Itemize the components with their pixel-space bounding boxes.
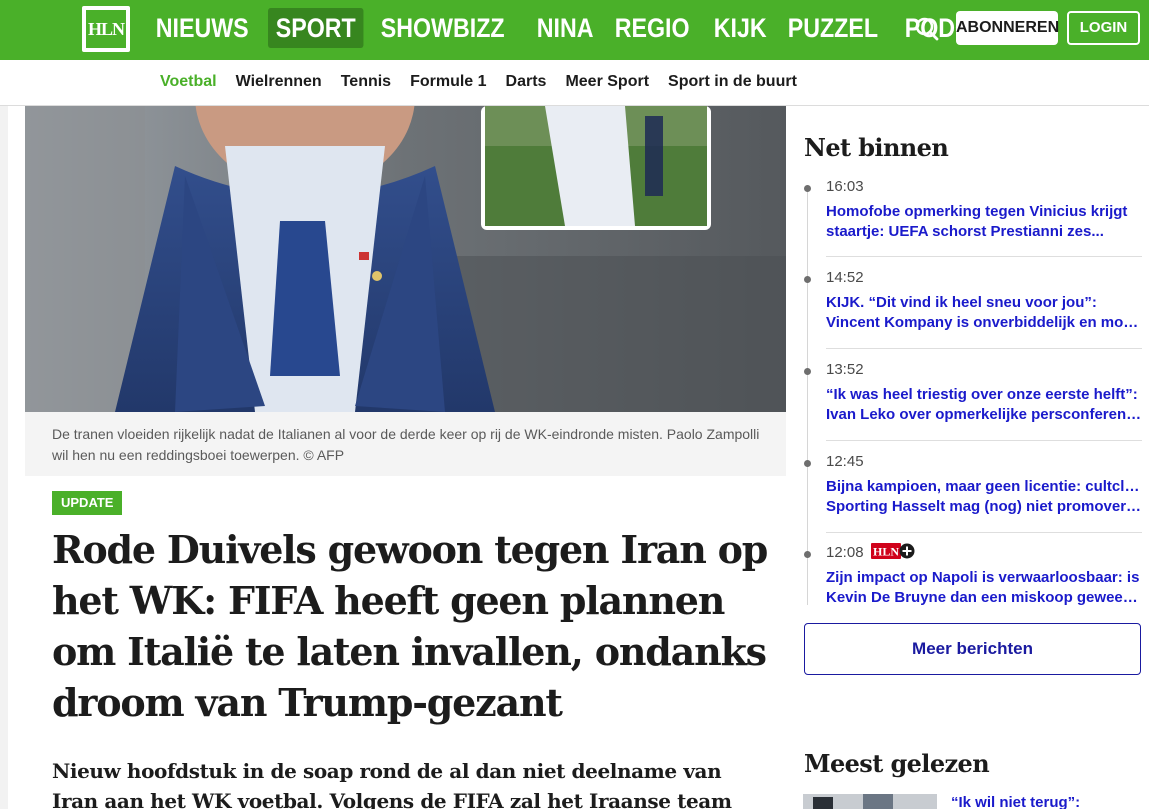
news-time-row: 12:08 HLN: [826, 543, 915, 561]
article-hero-image[interactable]: [25, 106, 786, 412]
hln-plus-text: HLN: [873, 545, 899, 559]
sub-nav-item-sport-in-de-buurt[interactable]: Sport in de buurt: [668, 60, 797, 106]
sub-nav: Voetbal Wielrennen Tennis Formule 1 Dart…: [160, 60, 797, 106]
sub-nav-item-voetbal[interactable]: Voetbal: [160, 60, 217, 106]
timeline-dot: [804, 368, 811, 375]
main-nav: NIEUWS SPORT SHOWBIZZ NINA REGIO KIJK PU…: [148, 8, 1041, 48]
news-title-line: Ivan Leko over opmerkelijke persconferen…: [826, 406, 1142, 423]
more-messages-button[interactable]: Meer berichten: [804, 623, 1141, 675]
news-title-line: Sporting Hasselt mag (nog) niet promover…: [826, 498, 1142, 515]
main-nav-item-nina[interactable]: NINA: [529, 8, 601, 48]
news-title-line: Vincent Kompany is onverbiddelijk en moe…: [826, 314, 1142, 331]
most-read-title: Meest gelezen: [804, 749, 990, 778]
main-nav-item-sport[interactable]: SPORT: [268, 8, 364, 48]
image-caption-box: De tranen vloeiden rijkelijk nadat de It…: [25, 412, 786, 476]
news-title-line: KIJK. “Dit vind ik heel sneu voor jou”:: [826, 294, 1097, 311]
news-time: 12:45: [826, 453, 864, 470]
news-separator: [826, 256, 1142, 257]
image-caption: De tranen vloeiden rijkelijk nadat de It…: [52, 426, 760, 463]
news-title-line: “Ik was heel triestig over onze eerste h…: [826, 386, 1138, 403]
main-nav-item-puzzel[interactable]: PUZZEL: [780, 8, 886, 48]
news-time: 12:08: [826, 544, 864, 561]
main-nav-item-showbizz[interactable]: SHOWBIZZ: [373, 8, 512, 48]
news-title-line: Kevin De Bruyne dan een miskoop geweest?: [826, 589, 1142, 606]
main-nav-item-regio[interactable]: REGIO: [607, 8, 697, 48]
main-nav-item-nieuws[interactable]: NIEUWS: [148, 8, 256, 48]
timeline-dot: [804, 460, 811, 467]
thumbnail-illustration: [803, 794, 937, 809]
news-time: 14:52: [826, 269, 864, 286]
news-title-link[interactable]: Zijn impact op Napoli is verwaarloosbaar…: [826, 568, 1142, 608]
news-title-line: Homofobe opmerking tegen Vinicius krijgt: [826, 203, 1128, 220]
search-icon[interactable]: [914, 16, 940, 42]
news-title-link[interactable]: “Ik was heel triestig over onze eerste h…: [826, 385, 1142, 425]
sub-nav-item-tennis[interactable]: Tennis: [341, 60, 391, 106]
news-separator: [826, 348, 1142, 349]
news-time: 13:52: [826, 361, 864, 378]
net-binnen-title: Net binnen: [804, 133, 949, 162]
article-headline: Rode Duivels gewoon tegen Iran op het WK…: [52, 527, 768, 725]
login-button[interactable]: LOGIN: [1067, 11, 1140, 45]
news-title-link[interactable]: KIJK. “Dit vind ik heel sneu voor jou”: …: [826, 293, 1142, 333]
sub-nav-item-meer-sport[interactable]: Meer Sport: [565, 60, 649, 106]
sub-nav-item-darts[interactable]: Darts: [506, 60, 547, 106]
news-separator: [826, 532, 1142, 533]
hero-photo-illustration: [25, 106, 786, 412]
update-badge: UPDATE: [52, 491, 123, 515]
news-title-line: Bijna kampioen, maar geen licentie: cult…: [826, 478, 1142, 495]
news-title-link[interactable]: Bijna kampioen, maar geen licentie: cult…: [826, 477, 1142, 517]
page-gutter: [0, 106, 8, 809]
timeline-line: [807, 185, 808, 605]
timeline-dot: [804, 185, 811, 192]
news-time: 16:03: [826, 178, 864, 195]
subscribe-button[interactable]: ABONNEREN: [956, 11, 1059, 45]
hln-logo-text: HLN: [86, 10, 126, 48]
sport-sub-navigation: Voetbal Wielrennen Tennis Formule 1 Dart…: [0, 60, 1149, 106]
most-read-link[interactable]: “Ik wil niet terug”:: [951, 794, 1080, 809]
main-nav-item-kijk[interactable]: KIJK: [706, 8, 774, 48]
news-title-line: staartje: UEFA schorst Prestianni zes...: [826, 223, 1104, 240]
hln-plus-icon: HLN: [870, 543, 915, 560]
top-navigation-bar: HLN NIEUWS SPORT SHOWBIZZ NINA REGIO KIJ…: [0, 0, 1149, 60]
sub-nav-item-formule-1[interactable]: Formule 1: [410, 60, 486, 106]
timeline-dot: [804, 551, 811, 558]
timeline-dot: [804, 276, 811, 283]
most-read-thumbnail[interactable]: [803, 794, 937, 809]
news-separator: [826, 440, 1142, 441]
sub-nav-item-wielrennen[interactable]: Wielrennen: [236, 60, 322, 106]
news-title-link[interactable]: Homofobe opmerking tegen Vinicius krijgt…: [826, 202, 1142, 242]
article-lead: Nieuw hoofdstuk in de soap rond de al da…: [52, 759, 732, 809]
news-title-line: Zijn impact op Napoli is verwaarloosbaar…: [826, 569, 1140, 586]
hln-logo[interactable]: HLN: [82, 6, 130, 52]
